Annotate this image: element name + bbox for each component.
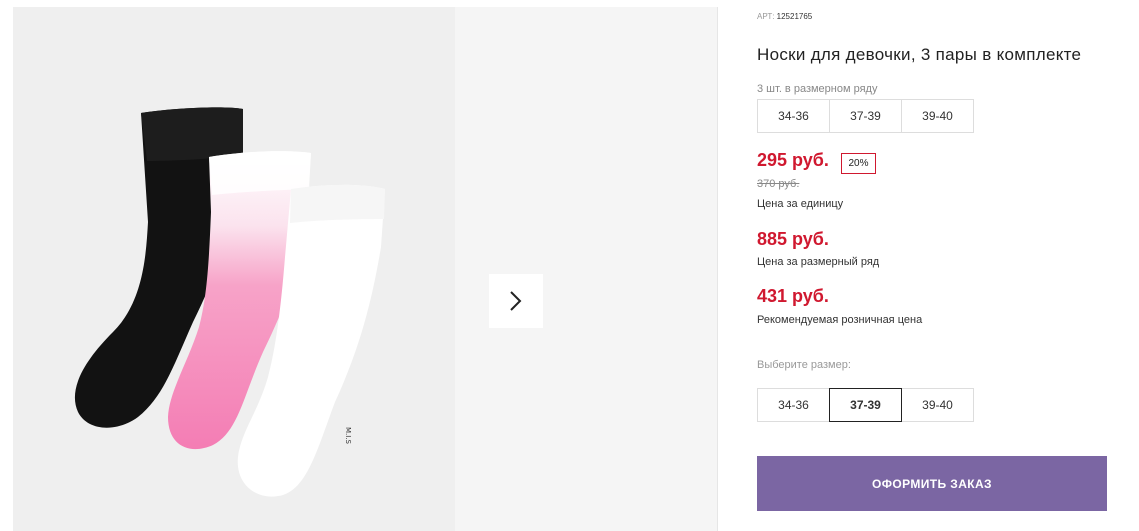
- gallery-next-panel: [455, 7, 718, 531]
- discount-badge: 20%: [841, 153, 876, 174]
- choose-size-label: Выберите размер:: [757, 359, 851, 371]
- chevron-right-icon: [510, 291, 522, 311]
- sock-brand-label: M.I.S: [344, 427, 352, 445]
- size-row-item: 37-39: [829, 99, 902, 133]
- gallery-next-button[interactable]: [489, 274, 543, 328]
- product-gallery: M.I.S: [13, 7, 718, 531]
- article-number: АРТ: 12521765: [757, 12, 812, 21]
- unit-price: 295 руб.: [757, 150, 829, 170]
- article-label: АРТ:: [757, 12, 775, 21]
- retail-price: 431 руб.: [757, 286, 829, 306]
- size-row-list: 34-36 37-39 39-40: [757, 99, 974, 133]
- size-row-item: 34-36: [757, 99, 830, 133]
- product-photo: M.I.S: [13, 7, 455, 531]
- row-price-caption: Цена за размерный ряд: [757, 256, 880, 268]
- size-row-item: 39-40: [901, 99, 974, 133]
- retail-price-caption: Рекомендуемая розничная цена: [757, 314, 923, 326]
- article-value: 12521765: [776, 12, 813, 21]
- unit-price-caption: Цена за единицу: [757, 198, 844, 210]
- product-title: Носки для девочки, 3 пары в комплекте: [757, 45, 1082, 64]
- place-order-button[interactable]: ОФОРМИТЬ ЗАКАЗ: [757, 456, 1107, 511]
- socks-illustration: M.I.S: [74, 107, 385, 497]
- size-option-39-40[interactable]: 39-40: [901, 388, 974, 422]
- row-price: 885 руб.: [757, 229, 829, 249]
- size-option-37-39[interactable]: 37-39: [829, 388, 902, 422]
- size-row-caption: 3 шт. в размерном ряду: [757, 83, 878, 95]
- size-selector: 34-36 37-39 39-40: [757, 388, 974, 422]
- old-price: 370 руб.: [757, 178, 800, 190]
- size-option-34-36[interactable]: 34-36: [757, 388, 830, 422]
